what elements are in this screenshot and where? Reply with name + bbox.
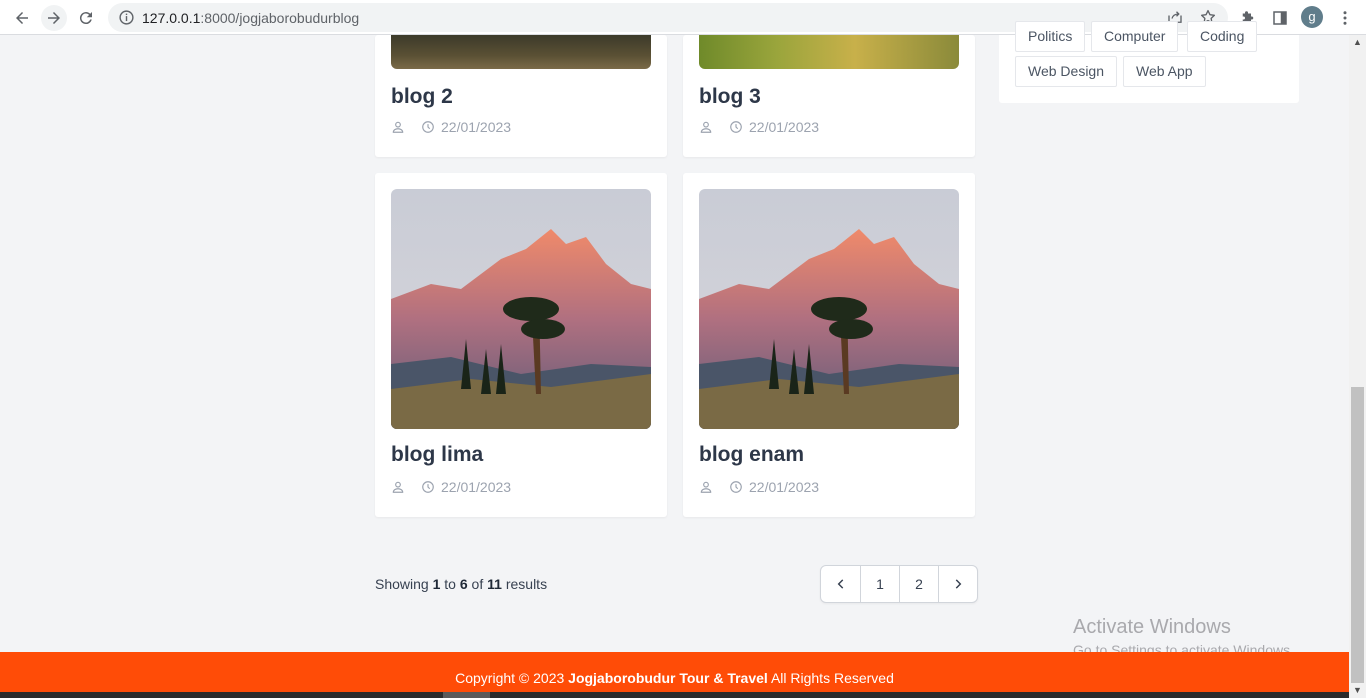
tag-politics[interactable]: Politics xyxy=(1015,21,1086,52)
site-footer: Copyright © 2023 Jogjaborobudur Tour & T… xyxy=(0,652,1349,692)
tag-web-design[interactable]: Web Design xyxy=(1015,56,1118,87)
forward-button[interactable] xyxy=(41,5,67,31)
watermark-title: Activate Windows xyxy=(1073,616,1231,638)
arrow-left-icon xyxy=(16,12,28,24)
user-icon xyxy=(700,121,712,133)
to-label: to xyxy=(444,576,456,592)
results-total: 11 xyxy=(487,576,502,592)
post-thumbnail[interactable] xyxy=(699,35,959,69)
post-title[interactable]: blog enam xyxy=(699,443,804,467)
of-label: of xyxy=(471,576,484,592)
post-date: 22/01/2023 xyxy=(441,119,512,135)
pagination: 1 2 xyxy=(820,565,978,603)
tags-widget: Politics Computer Coding Web Design Web … xyxy=(999,21,1299,103)
post-meta: 22/01/2023 xyxy=(391,478,511,496)
post-title[interactable]: blog lima xyxy=(391,443,483,467)
user-icon xyxy=(700,481,712,493)
chevron-right-icon xyxy=(955,579,962,589)
post-thumbnail[interactable] xyxy=(391,189,651,429)
os-taskbar xyxy=(0,692,1349,698)
reload-button[interactable] xyxy=(73,5,99,31)
profile-avatar[interactable]: g xyxy=(1301,6,1323,28)
showing-label: Showing xyxy=(375,576,429,592)
url-text[interactable]: 127.0.0.1:8000/jogjaborobudurblog xyxy=(142,10,359,26)
mountain-image xyxy=(391,189,651,429)
back-button[interactable] xyxy=(9,5,35,31)
clock-icon xyxy=(422,481,434,493)
results-to: 6 xyxy=(459,576,468,592)
tag-computer[interactable]: Computer xyxy=(1091,21,1179,52)
clock-icon xyxy=(422,121,434,133)
reload-icon xyxy=(79,12,92,25)
copyright-suffix: All Rights Reserved xyxy=(770,670,894,686)
post-meta: 22/01/2023 xyxy=(699,478,819,496)
info-icon[interactable] xyxy=(118,9,135,26)
side-panel-button[interactable] xyxy=(1267,5,1293,31)
post-meta: 22/01/2023 xyxy=(391,118,511,136)
post-title[interactable]: blog 2 xyxy=(391,85,453,109)
chevron-left-icon xyxy=(837,579,843,589)
post-date: 22/01/2023 xyxy=(441,479,512,495)
tag-web-app[interactable]: Web App xyxy=(1123,56,1206,87)
scroll-up-arrow[interactable]: ▲ xyxy=(1349,35,1366,50)
taskbar-item[interactable] xyxy=(443,692,490,698)
tag-coding[interactable]: Coding xyxy=(1187,21,1258,52)
arrow-right-icon xyxy=(48,12,60,24)
user-icon xyxy=(392,121,404,133)
clock-icon xyxy=(730,481,742,493)
page-1-button[interactable]: 1 xyxy=(860,566,899,602)
page-scrollbar[interactable]: ▲ ▼ xyxy=(1349,35,1366,698)
page-2-button[interactable]: 2 xyxy=(899,566,938,602)
post-date: 22/01/2023 xyxy=(749,479,820,495)
results-summary: Showing 1 to 6 of 11 results xyxy=(375,576,547,592)
url-path: :8000/jogjaborobudurblog xyxy=(200,10,360,26)
mountain-image xyxy=(699,189,959,429)
copyright-prefix: Copyright © 2023 xyxy=(455,670,565,686)
footer-brand: Jogjaborobudur Tour & Travel xyxy=(568,670,768,686)
scroll-down-arrow[interactable]: ▼ xyxy=(1349,683,1366,698)
previous-page-button[interactable] xyxy=(821,566,860,602)
post-card[interactable]: blog 2 22/01/2023 xyxy=(375,35,667,157)
next-page-button[interactable] xyxy=(938,566,977,602)
url-host: 127.0.0.1 xyxy=(142,10,201,26)
user-icon xyxy=(392,481,404,493)
clock-icon xyxy=(730,121,742,133)
post-meta: 22/01/2023 xyxy=(699,118,819,136)
results-label: results xyxy=(505,576,548,592)
post-thumbnail[interactable] xyxy=(391,35,651,69)
post-card[interactable]: blog 3 22/01/2023 xyxy=(683,35,975,157)
kebab-menu-icon xyxy=(1343,11,1347,25)
post-date: 22/01/2023 xyxy=(749,119,820,135)
post-thumbnail[interactable] xyxy=(699,189,959,429)
post-card[interactable]: blog lima 22/01/2023 xyxy=(375,173,667,517)
results-from: 1 xyxy=(432,576,441,592)
scroll-thumb[interactable] xyxy=(1351,387,1364,683)
side-panel-icon xyxy=(1273,11,1287,25)
browser-menu-button[interactable] xyxy=(1332,5,1358,31)
post-title[interactable]: blog 3 xyxy=(699,85,761,109)
post-card[interactable]: blog enam 22/01/2023 xyxy=(683,173,975,517)
